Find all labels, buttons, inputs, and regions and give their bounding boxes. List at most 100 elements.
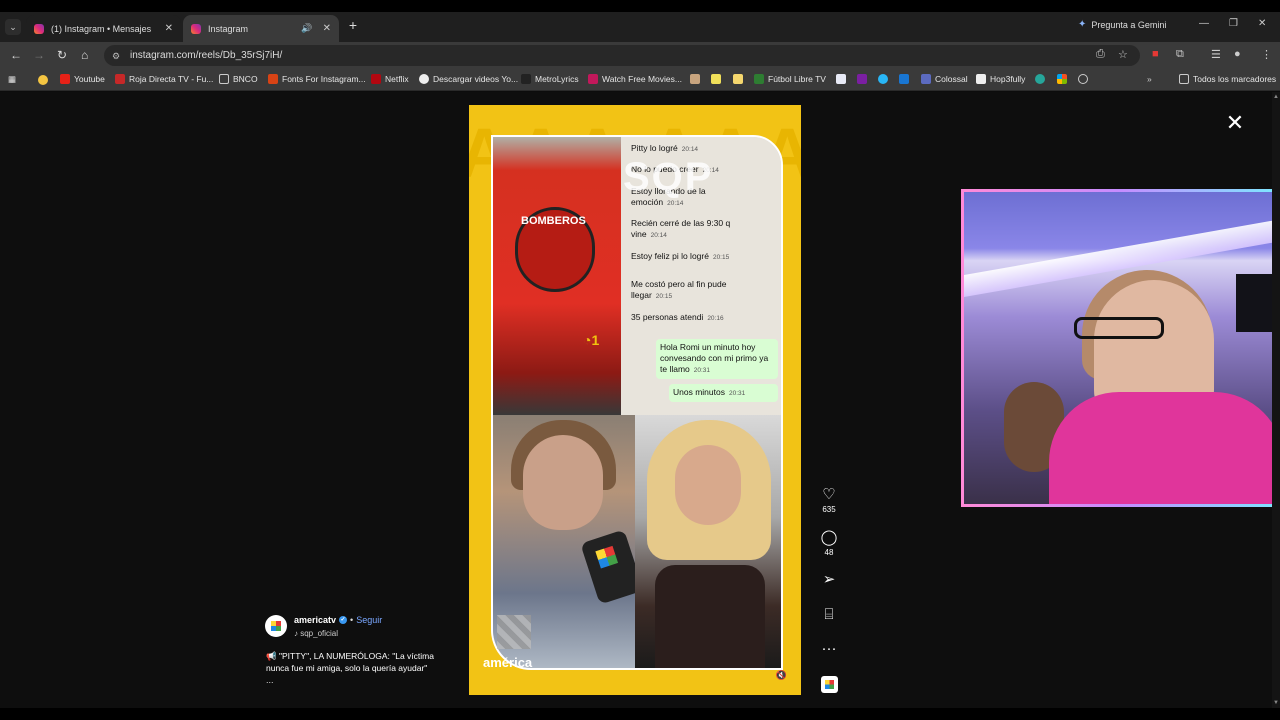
likes-count: 635 [822, 505, 836, 514]
close-reel-icon[interactable]: ✕ [1225, 112, 1245, 134]
bookmark-futbol-libre[interactable]: Fútbol Libre TV [754, 74, 826, 84]
bookmark-colossal[interactable]: Colossal [921, 74, 968, 84]
reel-video[interactable]: AAA AAA BOMBEROS ◔1 Pitty lo logré20:14 … [469, 105, 801, 695]
movies-icon [588, 74, 598, 84]
gemini-button[interactable]: ✦ Pregunta a Gemini [1078, 19, 1166, 30]
bookmark-watch-movies[interactable]: Watch Free Movies... [588, 74, 682, 84]
audio-label: sqp_oficial [300, 629, 339, 638]
truck-label: BOMBEROS [521, 215, 586, 227]
bookmark-label: Hop3fully [990, 74, 1026, 84]
hop3fully-icon [976, 74, 986, 84]
share-button[interactable]: ➢ [818, 572, 840, 588]
bookmark-fonts[interactable]: Fonts For Instagram... [268, 74, 366, 84]
speaker-icon[interactable]: 🔊 [301, 23, 312, 34]
emoji-bookmark-icon[interactable] [38, 75, 48, 85]
bookmark-star-icon[interactable]: ☆ [1118, 48, 1128, 61]
apps-icon[interactable]: ▦ [8, 74, 16, 85]
fonts-icon [268, 74, 278, 84]
futbol-icon [754, 74, 764, 84]
tab-instagram[interactable]: Instagram 🔊 ✕ [183, 15, 339, 42]
window-top-band [0, 0, 1280, 12]
audio-avatar[interactable] [821, 676, 838, 693]
instagram-icon [34, 23, 44, 34]
back-icon[interactable]: ← [10, 48, 22, 62]
chat-message: Pitty lo logré 20:14 [631, 143, 699, 153]
close-tab-icon[interactable]: ✕ [323, 23, 331, 34]
extensions-puzzle-icon[interactable]: ⧉ [1176, 48, 1184, 61]
bookmark-youtube[interactable]: Youtube [60, 74, 105, 84]
install-icon[interactable]: ⎙ [1096, 48, 1105, 61]
save-button[interactable]: ⌸ [818, 607, 840, 623]
chat-message: Me costó pero al fin pude llegar 20:15 [631, 279, 727, 300]
address-bar[interactable]: ⚙ instagram.com/reels/Db_35rSj7iH/ [104, 45, 1140, 66]
bookmark-icon[interactable] [1035, 74, 1045, 84]
microsoft-icon[interactable] [1057, 74, 1067, 84]
bookmark-hop3fully[interactable]: Hop3fully [976, 74, 1025, 84]
more-caption[interactable]: ... [266, 675, 274, 685]
interview-right [635, 415, 781, 668]
bookmark-descargar-videos[interactable]: Descargar videos Yo... [419, 74, 518, 84]
folder-icon [219, 74, 229, 84]
tab-mensajes[interactable]: (1) Instagram • Mensajes ✕ [26, 15, 181, 42]
bookmark-metrolyrics[interactable]: MetroLyrics [521, 74, 579, 84]
scroll-up-icon[interactable]: ▲ [1273, 94, 1279, 100]
chat-message: 35 personas atendi 20:16 [631, 312, 724, 322]
bookmark-icon: ⌸ [824, 606, 834, 623]
chat-message: Estoy feliz pi lo logré 20:15 [631, 251, 730, 261]
scroll-down-icon[interactable]: ▼ [1273, 700, 1279, 706]
follow-button[interactable]: Seguir [356, 615, 382, 625]
gemini-label: Pregunta a Gemini [1091, 19, 1167, 30]
bookmark-label: Descargar videos Yo... [433, 74, 519, 84]
extension-icon[interactable]: ■ [1152, 48, 1159, 60]
more-bookmarks-icon[interactable]: » [1147, 74, 1152, 84]
bookmark-icon[interactable] [690, 74, 700, 84]
bookmark-icon[interactable] [733, 74, 743, 84]
profile-avatar[interactable]: ● [1234, 48, 1241, 60]
america-logo-icon [497, 615, 531, 649]
bookmark-roja-directa[interactable]: Roja Directa TV - Fu... [115, 74, 213, 84]
reading-list-icon[interactable]: ☰ [1211, 48, 1221, 61]
url-text: instagram.com/reels/Db_35rSj7iH/ [130, 50, 283, 61]
tab-search-button[interactable]: ⌄ [5, 19, 21, 35]
audio-info[interactable]: ♪ sqp_oficial [294, 629, 338, 638]
comment-button[interactable]: ◯ 48 [818, 530, 840, 558]
colossal-icon [921, 74, 931, 84]
bookmark-icon[interactable] [899, 74, 909, 84]
chat-message-sent: Unos minutos 20:31 [669, 384, 778, 402]
bookmark-label: MetroLyrics [535, 74, 579, 84]
site-info-icon[interactable]: ⚙ [112, 51, 122, 61]
maximize-icon[interactable]: ❐ [1229, 18, 1238, 29]
more-options-button[interactable]: ··· [818, 641, 840, 657]
chat-message-sent: Hola Romi un minuto hoy convesando con m… [656, 339, 778, 379]
instagram-icon [191, 23, 201, 34]
menu-icon[interactable]: ⋮ [1261, 48, 1272, 61]
new-tab-button[interactable]: + [345, 18, 361, 34]
close-tab-icon[interactable]: ✕ [165, 23, 173, 34]
bookmark-bnco[interactable]: BNCO [219, 74, 258, 84]
bookmark-icon[interactable] [711, 74, 721, 84]
comments-count: 48 [824, 548, 834, 557]
page-scrollbar[interactable]: ▲ ▼ [1272, 92, 1280, 708]
mute-icon[interactable]: 🔇 [776, 670, 787, 681]
forward-icon[interactable]: → [33, 48, 45, 62]
reload-icon[interactable]: ↻ [57, 48, 67, 62]
home-icon[interactable]: ⌂ [81, 48, 88, 62]
author-row: americatv ✓ • Seguir [294, 615, 382, 625]
bookmark-icon[interactable] [878, 74, 888, 84]
minimize-icon[interactable]: — [1199, 18, 1209, 29]
tab-label: (1) Instagram • Mensajes [51, 23, 152, 34]
author-name[interactable]: americatv [294, 615, 336, 625]
folder-icon [1179, 74, 1189, 84]
like-button[interactable]: ♡ 635 [818, 487, 840, 515]
youtube-icon [60, 74, 70, 84]
globe-icon[interactable] [1078, 74, 1088, 84]
streamer-webcam [961, 189, 1279, 507]
author-avatar[interactable] [265, 615, 287, 637]
bookmark-label: Fonts For Instagram... [282, 74, 366, 84]
bookmark-icon[interactable] [857, 74, 867, 84]
close-window-icon[interactable]: ✕ [1258, 18, 1266, 29]
bookmark-icon[interactable] [836, 74, 846, 84]
toolbar: ← → ↻ ⌂ ⚙ instagram.com/reels/Db_35rSj7i… [0, 42, 1280, 69]
bookmark-netflix[interactable]: Netflix [371, 74, 409, 84]
all-bookmarks[interactable]: Todos los marcadores [1179, 74, 1276, 84]
